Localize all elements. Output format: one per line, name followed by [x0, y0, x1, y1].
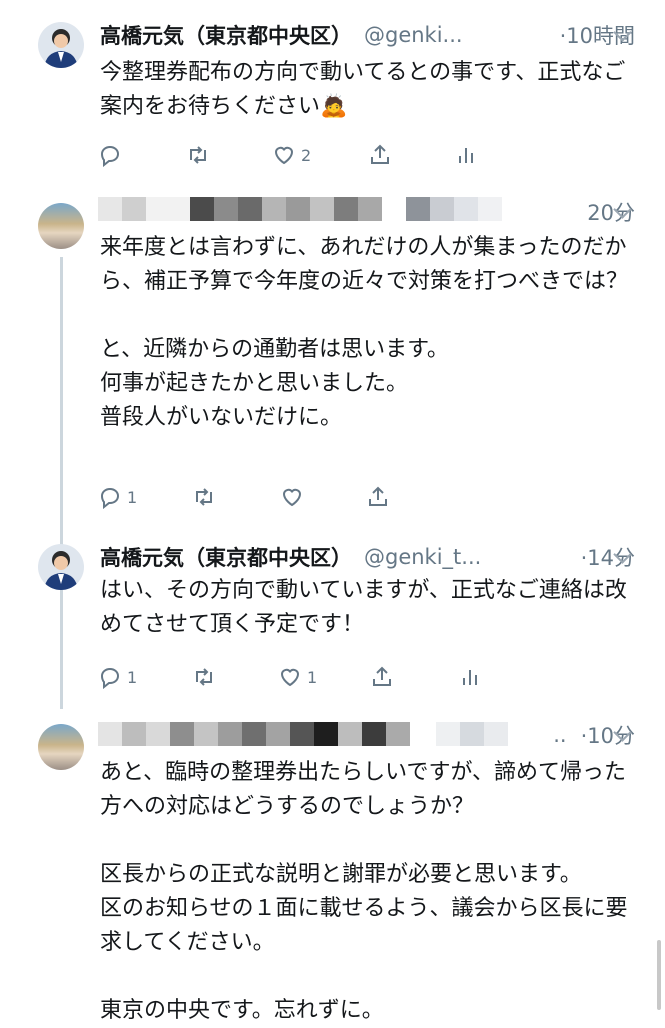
reply-count: 1 [127, 667, 138, 687]
retweet-icon [190, 146, 206, 164]
reply-count: 1 [127, 487, 138, 507]
tweet-text: 来年度とは言わずに、あれだけの人が集まったのだから、補正予算で今年度の近々で対策… [100, 235, 629, 430]
retweet-button[interactable] [192, 480, 216, 514]
retweet-icon [196, 488, 212, 506]
reply-icon [100, 667, 120, 689]
share-icon [369, 486, 387, 506]
like-icon [280, 668, 300, 687]
analytics-button[interactable] [458, 660, 482, 694]
reply-icon [100, 487, 120, 509]
like-count: 2 [301, 145, 312, 165]
retweet-button[interactable] [192, 660, 216, 694]
like-icon [274, 146, 294, 165]
display-name[interactable]: 高橋元気（東京都中央区） [100, 542, 352, 572]
share-button[interactable] [370, 660, 394, 694]
tweet-header: .. ·10分 [100, 718, 635, 752]
share-button[interactable] [368, 138, 392, 172]
tweet-actions: 1 1 [98, 660, 518, 694]
like-count: 1 [307, 667, 318, 687]
avatar[interactable] [38, 724, 84, 770]
reply-button[interactable]: 1 [98, 660, 137, 694]
tweet-text: はい、その方向で動いていますが、正式なご連絡は改めてさせて頂く予定です！ [100, 578, 627, 637]
tweet-header: 高橋元気（東京都中央区） @genki... ·10時間 [100, 18, 635, 52]
reply-button[interactable]: 1 [98, 480, 137, 514]
like-icon [282, 488, 302, 507]
user-handle[interactable]: .. [553, 723, 566, 747]
analytics-button[interactable] [454, 138, 478, 172]
scrollbar[interactable] [657, 940, 661, 1010]
share-icon [371, 144, 389, 164]
tweet-actions: 1 [98, 480, 518, 514]
reply-button[interactable] [98, 138, 127, 172]
reply-icon [100, 145, 120, 167]
avatar[interactable] [38, 544, 84, 590]
avatar[interactable] [38, 22, 84, 68]
avatar[interactable] [38, 203, 84, 249]
tweet-1[interactable]: 高橋元気（東京都中央区） @genki... ·10時間 今整理券配布の方向で動… [0, 0, 665, 185]
like-button[interactable] [280, 480, 309, 514]
tweet-header: 高橋元気（東京都中央区） @genki_t... ·14分 [100, 540, 635, 574]
tweet-3[interactable]: 高橋元気（東京都中央区） @genki_t... ·14分 はい、その方向で動い… [0, 530, 665, 710]
tweet-header: 20分 [100, 195, 635, 229]
share-icon [373, 666, 391, 686]
tweet-2[interactable]: 20分 来年度とは言わずに、あれだけの人が集まったのだから、補正予算で今年度の近… [0, 185, 665, 709]
tweet-4[interactable]: .. ·10分 あと、臨時の整理券出たらしいですが、諦めて帰った方への対応はどう… [0, 710, 665, 1024]
tweet-text: 今整理券配布の方向で動いてるとの事です、正式なご案内をお待ちください🙇 [100, 60, 626, 119]
like-button[interactable]: 2 [272, 138, 311, 172]
display-name[interactable]: 高橋元気（東京都中央区） [100, 20, 352, 50]
analytics-icon [463, 670, 477, 685]
retweet-icon [196, 668, 212, 686]
tweet-text: あと、臨時の整理券出たらしいですが、諦めて帰った方への対応はどうするのでしょうか… [100, 760, 628, 1023]
user-handle[interactable]: @genki... [364, 23, 463, 47]
retweet-button[interactable] [186, 138, 210, 172]
analytics-icon [459, 148, 473, 163]
like-button[interactable]: 1 [278, 660, 317, 694]
share-button[interactable] [366, 480, 390, 514]
tweet-actions: 2 [98, 138, 518, 172]
user-handle[interactable]: @genki_t... [364, 545, 481, 569]
